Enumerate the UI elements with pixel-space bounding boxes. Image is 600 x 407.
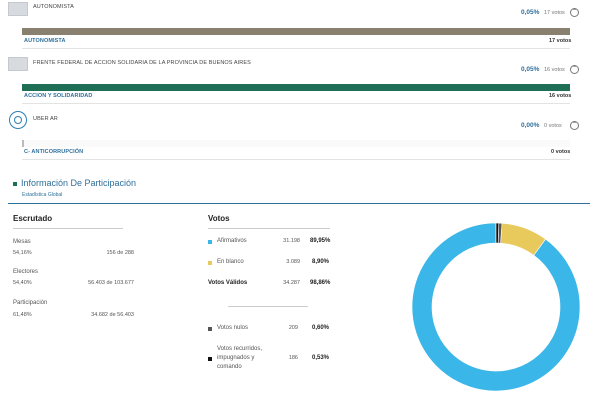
donut-slice-recurridos xyxy=(495,222,500,244)
validos-label: Votos Válidos xyxy=(208,280,248,286)
recurridos-label-3: comando xyxy=(217,364,242,370)
section-subtitle: Estadística Global xyxy=(22,192,63,198)
collapse-chevron-icon[interactable]: ⌃ xyxy=(570,121,579,130)
divider xyxy=(22,48,570,49)
blanco-label: En blanco xyxy=(217,259,244,265)
list-name: C- ANTICORRUPCIÓN xyxy=(24,149,84,155)
validos-count: 34.287 xyxy=(283,280,300,286)
afirmativos-count: 31.198 xyxy=(283,238,300,244)
blanco-pct: 8,90% xyxy=(312,259,330,265)
uber-logo-icon xyxy=(9,111,27,129)
recurridos-swatch-icon xyxy=(208,357,212,361)
afirmativos-pct: 89,95% xyxy=(310,238,331,244)
divider xyxy=(22,159,570,160)
afirmativos-label: Afirmativos xyxy=(217,238,247,244)
party-percentage: 0,05% xyxy=(521,9,540,16)
electores-label: Electores xyxy=(13,269,39,275)
divider xyxy=(22,103,570,104)
validos-pct: 98,86% xyxy=(310,280,331,286)
divider xyxy=(228,306,308,307)
collapse-chevron-icon[interactable]: ⌃ xyxy=(570,65,579,74)
electores-pct: 54,40% xyxy=(13,280,32,286)
recurridos-label-2: impugnados y xyxy=(217,355,255,361)
mesas-count: 156 de 288 xyxy=(106,250,134,256)
party-name: AUTONOMISTA xyxy=(33,4,74,10)
party-percentage: 0,00% xyxy=(521,122,540,129)
list-bar xyxy=(22,28,570,35)
heading-underline xyxy=(208,228,330,229)
nulos-count: 209 xyxy=(288,325,298,331)
votes-donut-chart xyxy=(411,222,581,392)
donut-slice-afirmativos xyxy=(411,222,581,392)
participacion-pct: 61,48% xyxy=(13,312,32,318)
nulos-swatch-icon xyxy=(208,327,212,331)
recurridos-pct: 0,53% xyxy=(312,355,330,361)
electores-count: 56.403 de 103.677 xyxy=(88,280,134,286)
heading-underline xyxy=(13,228,123,229)
nulos-label: Votos nulos xyxy=(217,325,249,331)
section-bullet-icon xyxy=(13,182,17,186)
list-bar xyxy=(22,140,570,147)
party-name: FRENTE FEDERAL DE ACCION SOLIDARIA DE LA… xyxy=(33,60,251,66)
blanco-count: 3.089 xyxy=(286,259,300,265)
votos-heading: Votos xyxy=(208,214,230,223)
party-name: UBER AR xyxy=(33,116,58,122)
mesas-label: Mesas xyxy=(13,239,31,245)
party-votes: 0 votos xyxy=(544,123,562,129)
list-votes: 16 votos xyxy=(549,93,572,99)
recurridos-label-1: Votos recurridos, xyxy=(217,346,263,352)
participacion-label: Participación xyxy=(13,300,48,306)
party-percentage: 0,05% xyxy=(521,66,540,73)
participacion-count: 34.682 de 56.403 xyxy=(91,312,134,318)
afirmativos-swatch-icon xyxy=(208,240,212,244)
list-votes: 17 votos xyxy=(549,38,572,44)
escrutado-heading: Escrutado xyxy=(13,214,53,223)
section-title: Información De Participación xyxy=(21,178,137,188)
recurridos-count: 186 xyxy=(288,355,298,361)
nulos-pct: 0,60% xyxy=(312,325,330,331)
collapse-chevron-icon[interactable]: ⌃ xyxy=(570,8,579,17)
blanco-swatch-icon xyxy=(208,261,212,265)
list-name: ACCION Y SOLIDARIDAD xyxy=(24,93,93,99)
party-votes: 16 votos xyxy=(544,67,565,73)
list-bar xyxy=(22,84,570,91)
list-name: AUTONOMISTA xyxy=(24,38,66,44)
party-logo xyxy=(8,57,28,71)
party-votes: 17 votos xyxy=(544,10,565,16)
list-votes: 0 votos xyxy=(551,149,571,155)
section-divider xyxy=(8,203,590,204)
party-logo xyxy=(8,2,28,16)
mesas-pct: 54,16% xyxy=(13,250,32,256)
